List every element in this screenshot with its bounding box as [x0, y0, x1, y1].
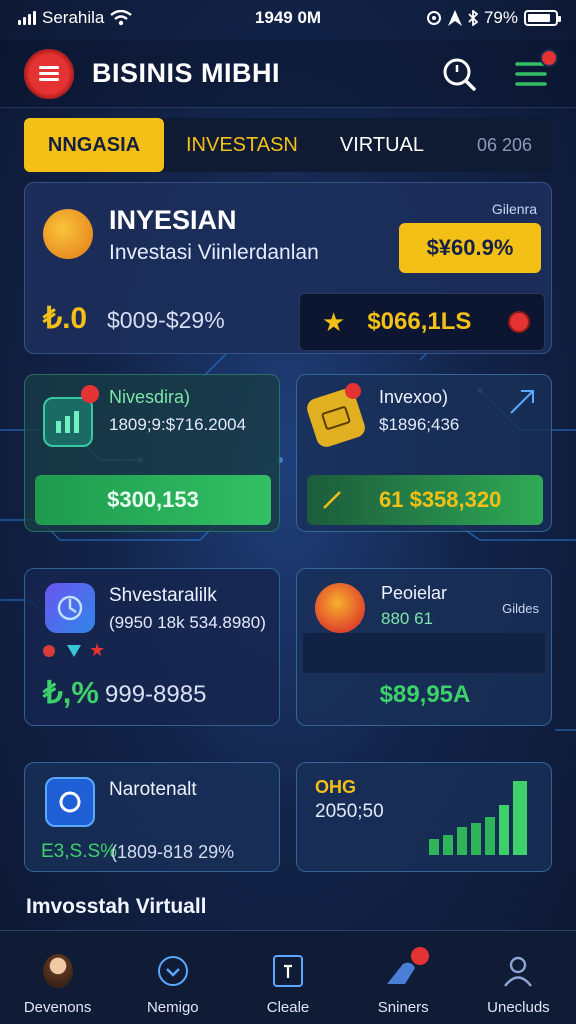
card-5-name: Narotenalt [109, 779, 197, 800]
alert-dot-icon [81, 385, 99, 403]
bottom-nav: Devenons Nemigo Cleale Sniners Unecluds [0, 930, 576, 1024]
signal-icon [18, 11, 36, 25]
investment-card-5[interactable]: Narotenalt E3,S.S% (1809-818 29% [24, 762, 280, 872]
hero-badge[interactable]: $¥60.9% [399, 223, 541, 273]
hero-subtitle: Investasi Viinlerdanlan [109, 241, 319, 264]
nav-label: Unecluds [487, 999, 550, 1016]
hero-sub-card[interactable]: ★ $066,1LS [299, 293, 545, 351]
battery-icon [524, 10, 561, 26]
card-1-amount[interactable]: $300,153 [35, 475, 271, 525]
card-3-big-value: 999-8985 [105, 681, 207, 708]
card-3-big-prefix: ₺,% [43, 675, 99, 710]
growth-chart-icon [429, 781, 527, 855]
tab-virtual[interactable]: VIRTUAL [320, 118, 446, 172]
nav-item-unecluds[interactable]: Unecluds [461, 931, 576, 1024]
card-4-amount: $89,95A [379, 681, 471, 708]
card-4-small-label: Gildes [502, 601, 539, 616]
menu-button[interactable] [510, 48, 558, 95]
alert-dot-icon [345, 383, 361, 399]
nav-label: Sniners [377, 999, 429, 1016]
tab-meta: 06 206 [476, 134, 532, 155]
card-5-range: (1809-818 29% [111, 842, 235, 862]
nav-item-nemigo[interactable]: Nemigo [115, 931, 230, 1024]
tab-investasn[interactable]: INVESTASN [164, 118, 320, 172]
status-time: 1949 0M [254, 8, 322, 27]
card-1-name: Nivesdira) [109, 387, 191, 407]
nav-item-sniners[interactable]: Sniners [346, 931, 461, 1024]
status-dot-icon [508, 311, 530, 333]
hero-small-label: Gilenra [491, 201, 537, 217]
nav-label: Devenons [23, 999, 92, 1016]
card-4-value: 880 61 [381, 609, 433, 628]
star-tag-icon: ★ [89, 640, 106, 660]
card-1-value: 1809;9:$716.2004 [109, 415, 247, 434]
card-3-name: Shvestaralilk [109, 585, 217, 606]
hero-title: INYESIAN [109, 205, 237, 235]
star-icon: ★ [322, 306, 346, 337]
user-icon [504, 956, 533, 987]
hero-range: $009-$29% [107, 307, 225, 333]
investment-card-6[interactable]: OHG 2050;50 [296, 762, 552, 872]
card-5-value: E3,S.S% [41, 841, 118, 862]
nav-label: Cleale [266, 999, 310, 1016]
notification-dot [411, 947, 430, 965]
battery-percent: 79% [483, 8, 518, 27]
card-4-name: Peoielar [381, 583, 448, 603]
hero-card[interactable]: INYESIAN Investasi Viinlerdanlan Gilenra… [24, 182, 552, 354]
search-button[interactable] [438, 53, 480, 95]
investment-card-2[interactable]: Invexoo) $1896;436 61 $358,320 [296, 374, 552, 532]
coin-icon [315, 583, 365, 633]
section-label: Imvosstah Virtuall [26, 895, 207, 918]
avatar [42, 954, 73, 988]
nav-item-devenons[interactable]: Devenons [0, 931, 115, 1024]
card-6-name: OHG [315, 777, 357, 797]
red-tag-icon [43, 645, 55, 657]
status-bar: Serahila 1949 0M 79% [0, 0, 576, 36]
investment-card-3[interactable]: Shvestaralilk (9950 18k 534.8980) ★ ₺,% … [24, 568, 280, 726]
card-2-amount: 61 $358,320 [379, 487, 502, 512]
notification-dot [540, 48, 558, 67]
teal-tag-icon [67, 645, 81, 657]
trend-up-icon [510, 390, 534, 414]
app-header: BISINIS MIBHI [0, 40, 576, 108]
card-3-value: (9950 18k 534.8980) [109, 613, 266, 632]
app-logo [24, 48, 74, 99]
search-icon [443, 58, 476, 91]
bar-chart-icon [43, 397, 93, 447]
hero-sub-value: $066,1LS [367, 308, 472, 335]
arrow-up-icon [323, 491, 341, 509]
investment-card-4[interactable]: Peoielar 880 61 Gildes $89,95A [296, 568, 552, 726]
record-icon [45, 777, 95, 827]
hero-left-value: ₺.0 [43, 302, 88, 335]
compass-icon [45, 583, 95, 633]
bluetooth-icon [468, 10, 478, 26]
wifi-icon [110, 10, 133, 26]
card-6-value: 2050;50 [315, 801, 384, 822]
document-icon [273, 955, 303, 987]
navigation-icon [447, 10, 462, 26]
carrier-name: Serahila [42, 8, 105, 27]
card-2-amount-bar[interactable]: 61 $358,320 [307, 475, 543, 525]
app-title: BISINIS MIBHI [92, 58, 281, 88]
heart-circle-icon [157, 956, 188, 986]
card-2-value: $1896;436 [379, 415, 460, 434]
nav-item-cleale[interactable]: Cleale [230, 931, 345, 1024]
coin-icon [43, 209, 93, 259]
tab-bar: NNGASIA INVESTASN VIRTUAL 06 206 [24, 118, 552, 172]
nav-label: Nemigo [146, 999, 199, 1016]
tab-nngasia[interactable]: NNGASIA [24, 118, 164, 172]
card-4-divider [303, 633, 545, 673]
investment-card-1[interactable]: Nivesdira) 1809;9:$716.2004 $300,153 [24, 374, 280, 532]
card-2-name: Invexoo) [379, 387, 449, 407]
location-icon [426, 11, 441, 25]
